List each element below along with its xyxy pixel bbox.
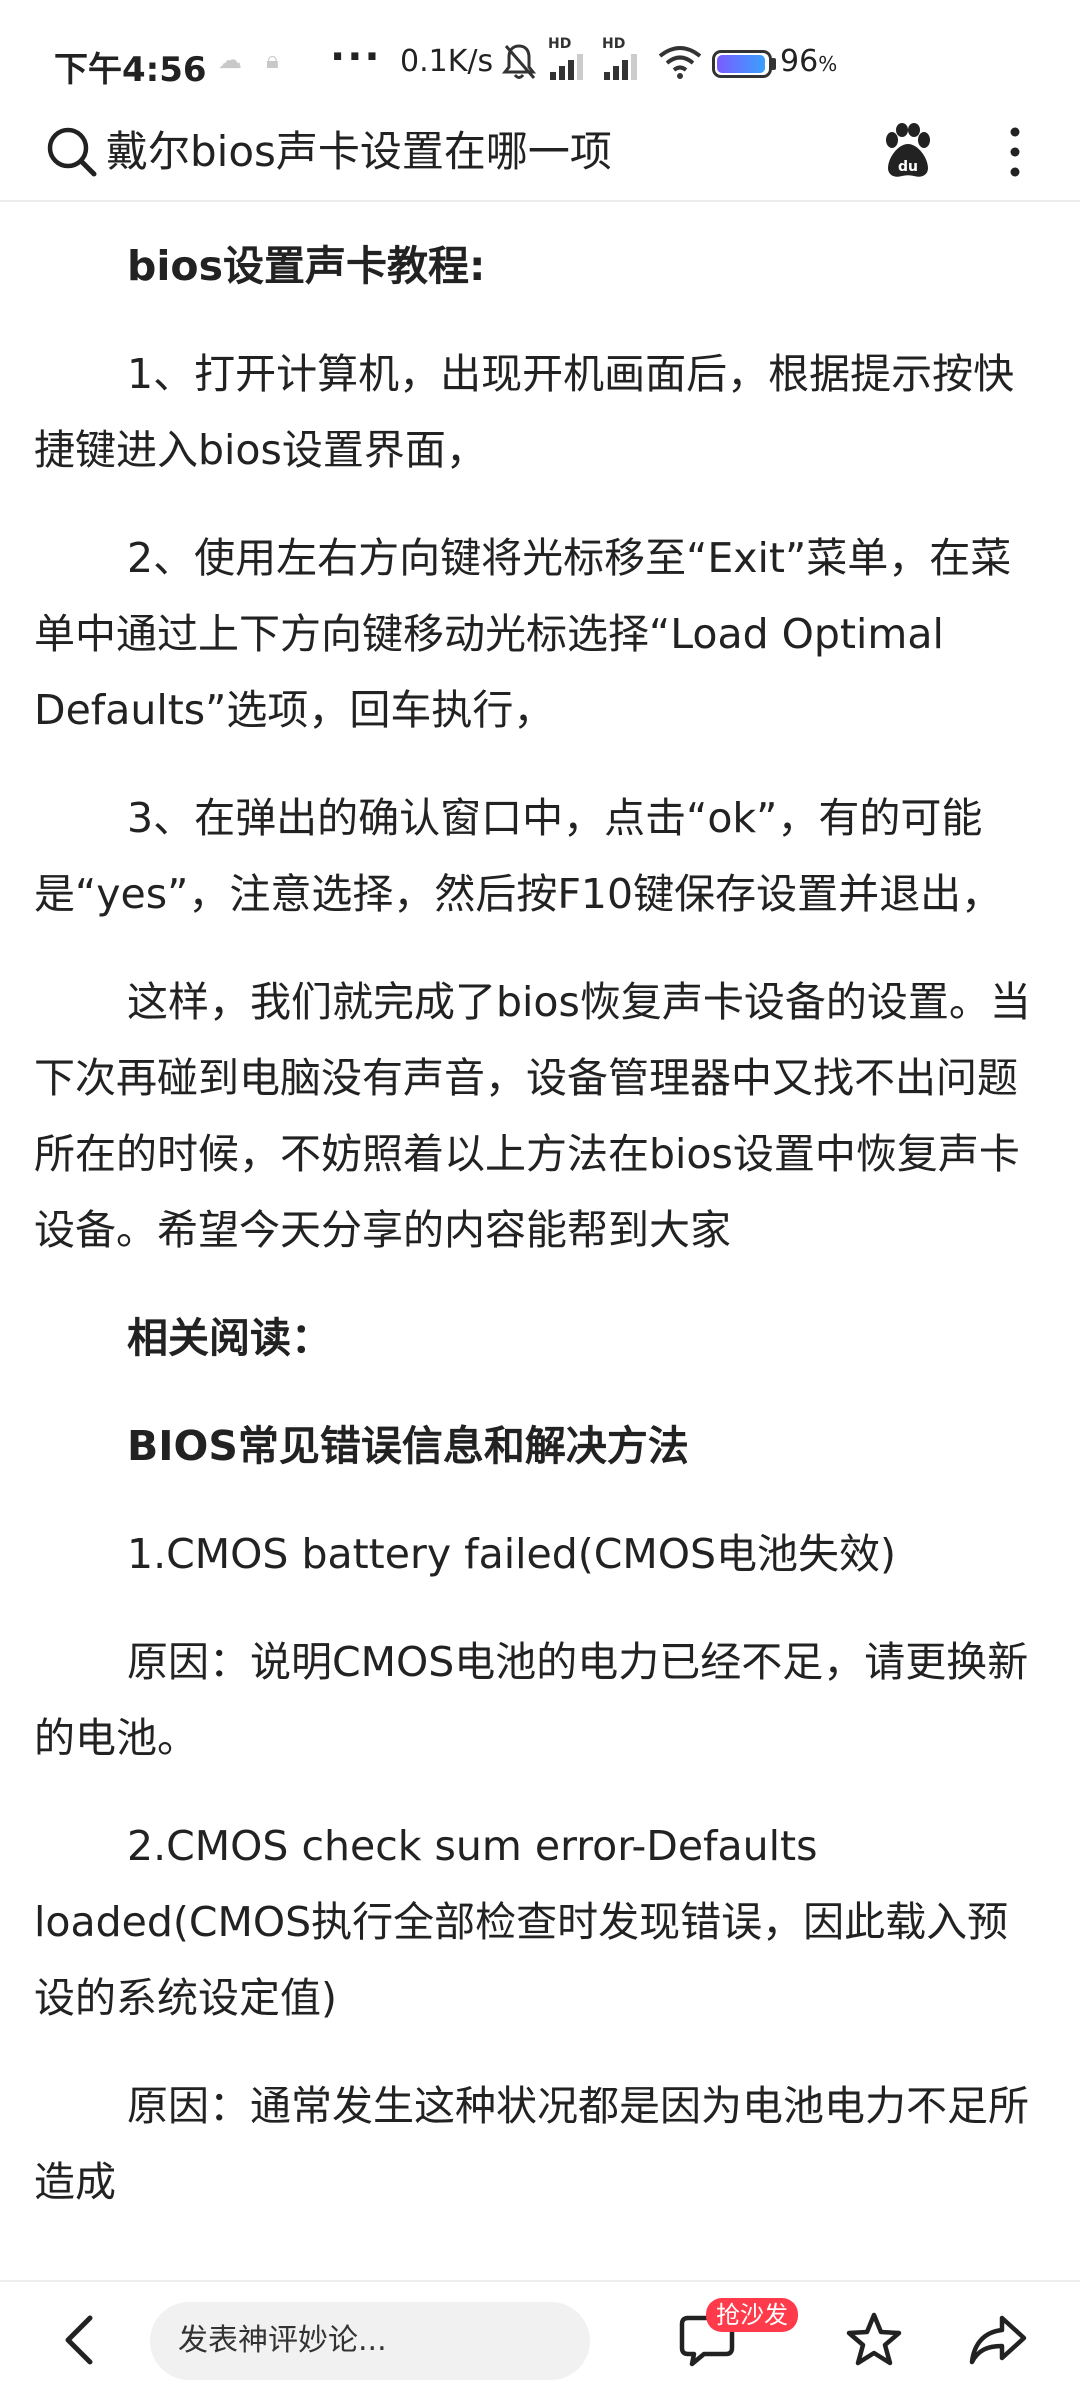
article-paragraph: 原因：通常发生这种状况都是因为电池电力不足所造成 (34, 2082, 1029, 2206)
network-speed: 0.1K/s (400, 44, 494, 79)
wifi-icon (658, 46, 702, 79)
signal-icon (604, 54, 637, 80)
back-icon[interactable] (56, 2310, 106, 2370)
article-paragraph: 2、使用左右方向键将光标移至“Exit”菜单，在菜单中通过上下方向键移动光标选择… (34, 534, 1012, 734)
comment-input[interactable]: 发表神评妙论... (150, 2302, 590, 2380)
search-icon[interactable] (44, 124, 100, 180)
battery-percent-value: 96 (780, 44, 819, 79)
battery-percent: 96% (780, 44, 837, 79)
search-header: 戴尔bios声卡设置在哪一项 du (0, 104, 1080, 202)
baidu-paw-icon[interactable]: du (880, 122, 936, 182)
article-paragraph: 2.CMOS check sum error-Defaults loaded(C… (34, 1822, 1009, 2022)
sofa-badge[interactable]: 抢沙发 (706, 2298, 798, 2332)
article-paragraph: 原因：说明CMOS电池的电力已经不足，请更换新的电池。 (34, 1638, 1029, 1762)
article-paragraph: 3、在弹出的确认窗口中，点击“ok”，有的可能是“yes”，注意选择，然后按F1… (34, 794, 1003, 918)
article-paragraph: 1、打开计算机，出现开机画面后，根据提示按快捷键进入bios设置界面， (34, 350, 1015, 474)
more-notifications-icon: ··· (330, 34, 382, 80)
lock-icon: 🔒︎ (266, 46, 279, 74)
svg-text:du: du (898, 159, 918, 175)
cloud-icon: ☁ (218, 46, 242, 74)
article-paragraph: 1.CMOS battery failed(CMOS电池失效) (127, 1530, 897, 1578)
article-body: bios设置声卡教程: 1、打开计算机，出现开机画面后，根据提示按快捷键进入bio… (34, 228, 1046, 2252)
battery-level-fill (717, 55, 765, 73)
share-icon[interactable] (968, 2312, 1028, 2368)
status-time: 下午4:56 (54, 50, 207, 90)
signal-1-label: HD (548, 36, 572, 52)
mute-bell-icon (502, 44, 536, 79)
battery-tip (772, 58, 776, 70)
signal-icon (550, 54, 583, 80)
more-vertical-icon[interactable] (1000, 122, 1030, 182)
section-heading: 相关阅读： (127, 1314, 332, 1362)
battery-icon (712, 50, 772, 78)
star-icon[interactable] (844, 2310, 904, 2370)
signal-2-label: HD (602, 36, 626, 52)
section-heading: bios设置声卡教程: (127, 242, 486, 290)
bottom-toolbar: 发表神评妙论... 抢沙发 (0, 2280, 1080, 2400)
section-heading: BIOS常见错误信息和解决方法 (127, 1422, 689, 1470)
battery-percent-unit: % (818, 52, 838, 76)
article-paragraph: 这样，我们就完成了bios恢复声卡设备的设置。当下次再碰到电脑没有声音，设备管理… (34, 978, 1031, 1254)
search-query-text[interactable]: 戴尔bios声卡设置在哪一项 (106, 124, 612, 180)
